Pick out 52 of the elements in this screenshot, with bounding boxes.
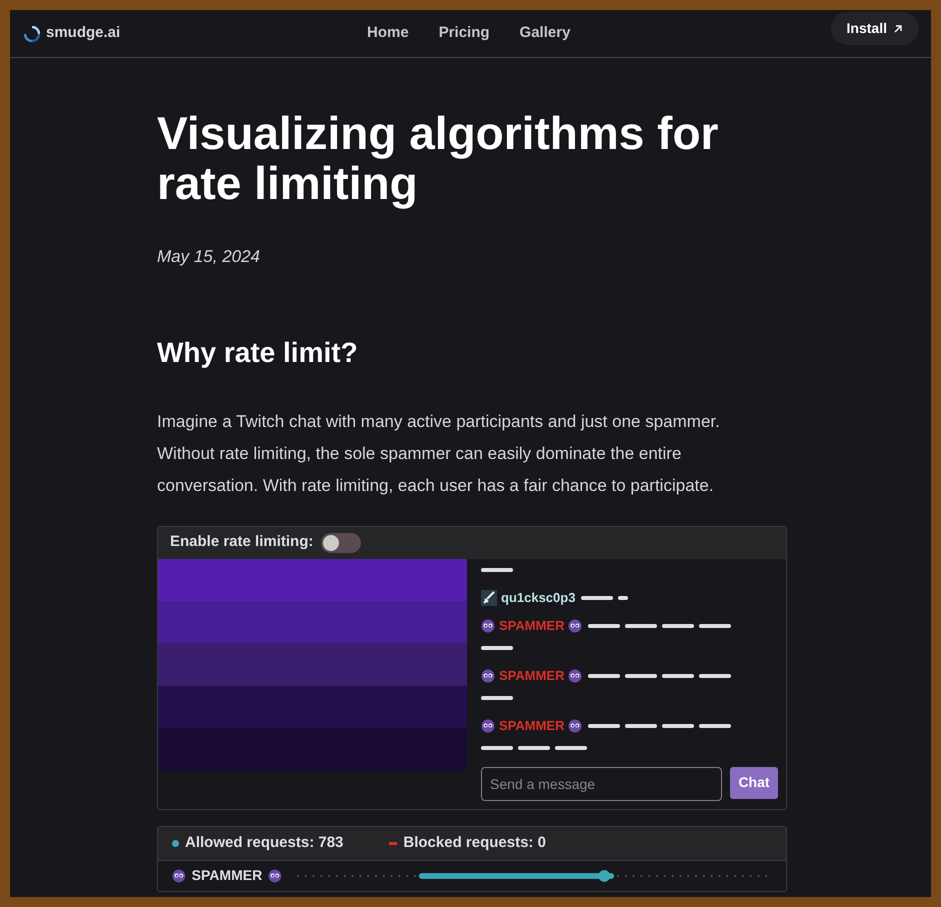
message-input[interactable]: Send a message (481, 766, 722, 800)
article-date: May 15, 2024 (157, 246, 262, 268)
owl-icon (268, 868, 282, 882)
redacted-word (625, 624, 658, 628)
chat-username: SPAMMER (499, 616, 564, 634)
owl-icon (568, 718, 582, 732)
brand-link[interactable]: smudge.ai (24, 22, 120, 45)
nav-link[interactable]: Pricing (438, 22, 490, 44)
chat-username: qu1cksc0p3 (501, 588, 576, 607)
logo-icon (24, 26, 40, 42)
redacted-word (481, 696, 513, 700)
toggle-label: Enable rate limiting: (170, 532, 314, 552)
legend-label: Allowed requests: 783 (185, 832, 344, 853)
redacted-word (699, 724, 732, 728)
redacted-word (588, 674, 620, 678)
redacted-word (518, 746, 550, 750)
redacted-word (699, 674, 732, 678)
rate-limit-toggle[interactable] (321, 532, 362, 552)
sword-icon (481, 590, 497, 606)
chat-username: SPAMMER (499, 716, 564, 734)
intro-paragraph: Imagine a Twitch chat with many active participants and just one spammer. Without rate limiting, the sole spammer can easily dominate the entire conversation. With rate limiting, each user has a fair chance to participate. (157, 410, 721, 496)
install-button[interactable]: Install (830, 12, 919, 45)
owl-icon (172, 868, 186, 882)
redacted-word (588, 624, 620, 628)
row-label: SPAMMER (192, 866, 262, 885)
redacted-word (588, 724, 620, 728)
owl-icon (481, 668, 495, 682)
redacted-word (481, 746, 513, 750)
nav-link[interactable]: Home (367, 22, 409, 44)
owl-icon (568, 618, 582, 632)
owl-icon (481, 718, 495, 732)
redacted-word (662, 674, 694, 678)
owl-icon (568, 668, 582, 682)
redacted-word (618, 596, 628, 600)
redacted-word (581, 596, 614, 600)
redacted-word (481, 646, 513, 650)
owl-icon (481, 618, 495, 632)
chat-button[interactable]: Chat (730, 766, 778, 798)
redacted-word (625, 674, 658, 678)
article-title: Visualizing algorithms for rate limiting (157, 108, 720, 208)
chat-username: SPAMMER (499, 666, 564, 684)
arrow-icon (893, 24, 903, 34)
brand-name: smudge.ai (46, 23, 120, 44)
redacted-word (555, 746, 587, 750)
redacted-word (481, 568, 513, 572)
nav-link[interactable]: Gallery (520, 22, 570, 44)
legend-label: Blocked requests: 0 (403, 832, 546, 853)
redacted-word (625, 724, 658, 728)
redacted-word (662, 624, 694, 628)
redacted-word (662, 724, 694, 728)
section-heading: Why rate limit? (157, 336, 359, 370)
redacted-word (699, 624, 732, 628)
